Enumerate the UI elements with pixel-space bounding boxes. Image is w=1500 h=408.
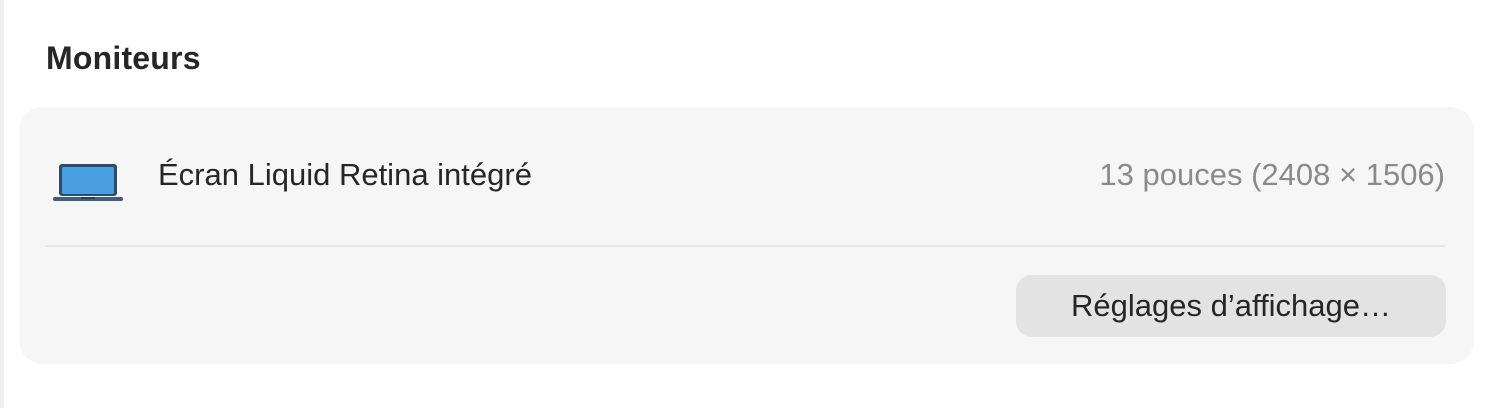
window-edge xyxy=(0,0,4,408)
divider xyxy=(45,245,1445,247)
laptop-icon xyxy=(53,164,123,201)
monitor-resolution: 13 pouces (2408 × 1506) xyxy=(1099,157,1445,192)
monitors-card: Écran Liquid Retina intégré 13 pouces (2… xyxy=(19,107,1474,364)
monitor-name: Écran Liquid Retina intégré xyxy=(158,157,532,192)
display-settings-button[interactable]: Réglages d’affichage… xyxy=(1016,275,1446,337)
settings-pane: Moniteurs Écran Liquid Retina intégré 13… xyxy=(0,0,1500,408)
section-title: Moniteurs xyxy=(46,40,201,76)
monitor-row: Écran Liquid Retina intégré 13 pouces (2… xyxy=(19,107,1474,245)
